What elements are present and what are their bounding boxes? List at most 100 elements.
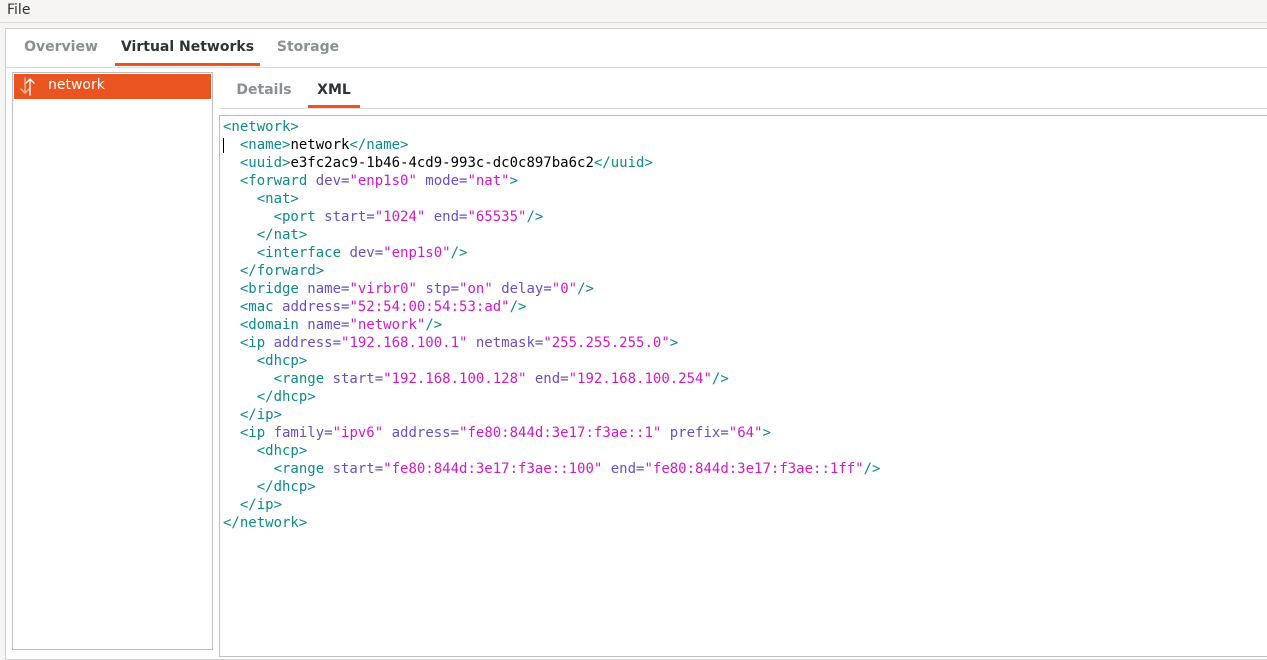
xml-token: "nat" — [467, 173, 510, 189]
network-list-item[interactable]: network — [14, 74, 211, 99]
xml-line: <range start="192.168.100.128" end="192.… — [223, 370, 880, 388]
xml-token: "enp1s0" — [349, 173, 417, 189]
xml-token: </uuid> — [593, 155, 653, 171]
detail-tabbar: Details XML — [219, 72, 1267, 109]
xml-token: "65535" — [467, 209, 527, 225]
xml-token: <nat> — [223, 191, 299, 207]
xml-token: <ip — [223, 425, 274, 441]
xml-token: end= — [602, 461, 645, 477]
xml-token: "ipv6" — [332, 425, 384, 441]
xml-token: </ip> — [223, 407, 283, 423]
xml-token: "64" — [728, 425, 763, 441]
tab-xml[interactable]: XML — [308, 72, 360, 108]
xml-line: <port start="1024" end="65535"/> — [223, 208, 880, 226]
xml-token: /> — [526, 209, 544, 225]
tab-virtual-networks[interactable]: Virtual Networks — [115, 29, 260, 66]
xml-token: <dhcp> — [223, 443, 308, 459]
xml-token: > — [762, 425, 771, 441]
xml-token: </network> — [223, 515, 308, 531]
xml-token: delay= — [492, 281, 552, 297]
xml-token: <mac — [223, 299, 283, 315]
xml-line: <nat> — [223, 190, 880, 208]
xml-token: <network> — [223, 119, 299, 135]
xml-token: start= — [332, 371, 384, 387]
xml-token: start= — [332, 461, 384, 477]
xml-token: </dhcp> — [223, 479, 316, 495]
main-panel: Overview Virtual Networks Storage networ… — [5, 28, 1267, 660]
xml-token: name= — [307, 317, 350, 333]
xml-line: <dhcp> — [223, 442, 880, 460]
xml-token: end= — [526, 371, 569, 387]
xml-token: name= — [307, 281, 350, 297]
xml-line: <uuid>e3fc2ac9-1b46-4cd9-993c-dc0c897ba6… — [223, 154, 880, 172]
xml-line: <interface dev="enp1s0"/> — [223, 244, 880, 262]
xml-token: start= — [324, 209, 375, 225]
xml-token: <domain — [223, 317, 308, 333]
main-tabbar: Overview Virtual Networks Storage — [6, 29, 1267, 68]
xml-line: <ip family="ipv6" address="fe80:844d:3e1… — [223, 424, 880, 442]
xml-line: </dhcp> — [223, 388, 880, 406]
xml-token: "192.168.100.128" — [383, 371, 527, 387]
menubar: File — [0, 0, 1267, 23]
xml-token: "virbr0" — [349, 281, 417, 297]
xml-token: mode= — [416, 173, 468, 189]
xml-token: <interface — [223, 245, 350, 261]
xml-editor[interactable]: <network> <name>network</name> <uuid>e3f… — [219, 115, 1267, 657]
xml-token: <ip — [223, 335, 274, 351]
xml-line: </ip> — [223, 406, 880, 424]
xml-token: /> — [450, 245, 468, 261]
network-name-label: network — [48, 77, 105, 93]
xml-token: </forward> — [223, 263, 325, 279]
xml-line: </nat> — [223, 226, 880, 244]
xml-token: </dhcp> — [223, 389, 316, 405]
xml-token: dev= — [349, 245, 384, 261]
xml-token: "on" — [459, 281, 493, 297]
xml-line: </network> — [223, 514, 880, 532]
network-list: network — [12, 72, 213, 650]
tab-details[interactable]: Details — [227, 72, 301, 108]
xml-token: prefix= — [661, 425, 729, 441]
xml-token: "1024" — [374, 209, 426, 225]
xml-line: <range start="fe80:844d:3e17:f3ae::100" … — [223, 460, 881, 478]
tab-overview[interactable]: Overview — [14, 29, 108, 66]
xml-token: family= — [273, 425, 333, 441]
xml-token: "network" — [349, 317, 426, 333]
xml-token: e3fc2ac9-1b46-4cd9-993c-dc0c897ba6c2 — [290, 155, 594, 171]
xml-token: "192.168.100.254" — [568, 371, 712, 387]
xml-token: dev= — [315, 173, 350, 189]
xml-token: end= — [425, 209, 468, 225]
xml-line: <bridge name="virbr0" stp="on" delay="0"… — [223, 280, 880, 298]
xml-token: <range — [223, 461, 333, 477]
xml-token: /> — [509, 299, 527, 315]
xml-token: > — [669, 335, 679, 351]
xml-line: <domain name="network"/> — [223, 316, 880, 334]
xml-token: address= — [273, 335, 342, 351]
xml-token: /> — [577, 281, 594, 297]
xml-token: /> — [425, 317, 443, 333]
network-transfer-icon — [20, 77, 35, 96]
xml-token: /> — [863, 461, 881, 477]
xml-line: </dhcp> — [223, 478, 880, 496]
xml-token: <bridge — [223, 281, 308, 297]
xml-line: </forward> — [223, 262, 880, 280]
xml-line: <dhcp> — [223, 352, 880, 370]
xml-token: <dhcp> — [223, 353, 308, 369]
tab-storage[interactable]: Storage — [268, 29, 348, 66]
text-caret — [223, 138, 224, 153]
xml-token: <port — [223, 209, 325, 225]
xml-token: network — [290, 137, 350, 153]
xml-code: <network> <name>network</name> <uuid>e3f… — [223, 118, 880, 532]
xml-token: /> — [711, 371, 729, 387]
xml-token: "192.168.100.1" — [341, 335, 468, 351]
xml-token: "52:54:00:54:53:ad" — [349, 299, 510, 315]
xml-token: > — [509, 173, 519, 189]
xml-token: <forward — [223, 173, 316, 189]
xml-token: </name> — [349, 137, 409, 153]
xml-token: "255.255.255.0" — [543, 335, 670, 351]
menu-file[interactable]: File — [7, 2, 30, 18]
xml-token: "fe80:844d:3e17:f3ae::1ff" — [644, 461, 864, 477]
xml-line: <forward dev="enp1s0" mode="nat"> — [223, 172, 880, 190]
xml-line: <network> — [223, 118, 880, 136]
xml-token: </ip> — [223, 497, 283, 513]
xml-line: <ip address="192.168.100.1" netmask="255… — [223, 334, 880, 352]
